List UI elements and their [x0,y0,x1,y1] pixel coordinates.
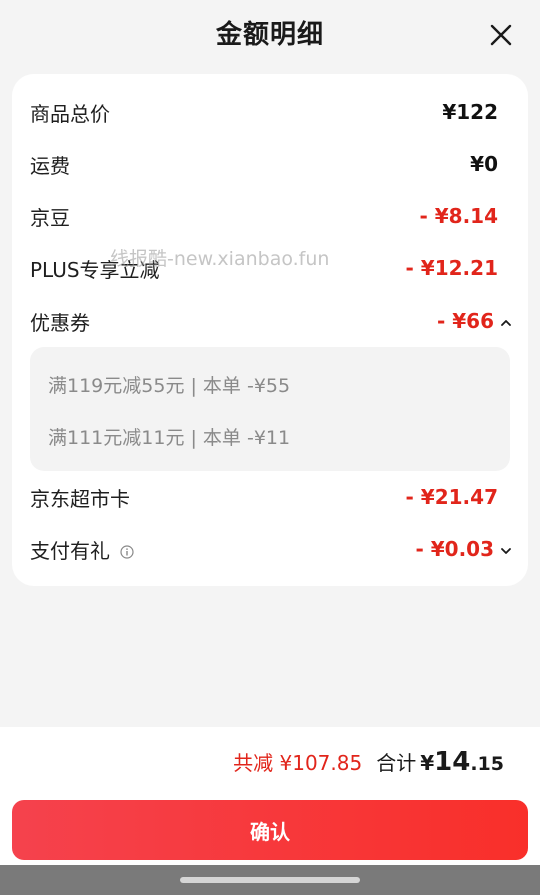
home-indicator[interactable] [180,877,360,883]
row-label: PLUS专享立减 [30,257,160,282]
row-coupons[interactable]: 优惠券 - ¥66 [30,301,512,341]
total-currency: ¥ [420,751,435,775]
total-decimal: .15 [470,753,504,775]
row-label: 支付有礼 [30,538,110,563]
row-label: 京豆 [30,205,70,230]
row-shipping: 运费 ¥0 [30,144,498,184]
header: 金额明细 [0,0,540,70]
row-supermarket-card: 京东超市卡 - ¥21.47 [30,477,498,517]
row-goods-total: 商品总价 ¥122 [30,92,498,132]
total-label: 合计 [376,751,417,775]
row-label: 商品总价 [30,101,110,126]
coupon-item: 满111元减11元 | 本单 -¥11 [48,427,291,449]
amount-detail-card: 商品总价 ¥122 运费 ¥0 京豆 - ¥8.14 PLUS专享立减 - ¥1… [12,74,528,586]
coupon-amount-group: - ¥66 [437,309,512,333]
chevron-up-icon[interactable] [500,317,512,329]
row-amount: - ¥8.14 [419,204,498,228]
confirm-button[interactable]: 确认 [12,800,528,860]
total-integer: 14 [434,747,471,777]
page-title: 金额明细 [215,20,324,50]
coupon-list: 满119元减55元 | 本单 -¥55 满111元减11元 | 本单 -¥11 [30,347,510,471]
row-amount: ¥122 [442,100,498,124]
chevron-down-icon[interactable] [500,545,512,557]
row-jingdou: 京豆 - ¥8.14 [30,196,498,236]
payment-label-group: 支付有礼 [30,535,134,564]
row-amount: - ¥0.03 [415,537,494,561]
system-navigation-bar [0,865,540,895]
row-amount: - ¥66 [436,309,494,333]
close-icon[interactable] [486,20,516,50]
row-amount: ¥0 [470,152,498,176]
row-payment-gift[interactable]: 支付有礼 - ¥0.03 [30,529,512,569]
payment-amount-group: - ¥0.03 [415,537,512,561]
row-label: 运费 [30,153,70,178]
row-label: 优惠券 [30,310,90,335]
row-plus-discount: PLUS专享立减 - ¥12.21 [30,248,498,288]
info-icon[interactable] [120,545,134,559]
row-amount: - ¥12.21 [405,256,498,280]
coupon-item: 满119元减55元 | 本单 -¥55 [48,375,291,397]
total-saved: 共减 ¥107.85 [233,751,363,775]
price-summary: 共减 ¥107.85 合计 ¥ 14 .15 [233,747,504,777]
row-amount: - ¥21.47 [405,485,498,509]
row-label: 京东超市卡 [30,486,130,511]
